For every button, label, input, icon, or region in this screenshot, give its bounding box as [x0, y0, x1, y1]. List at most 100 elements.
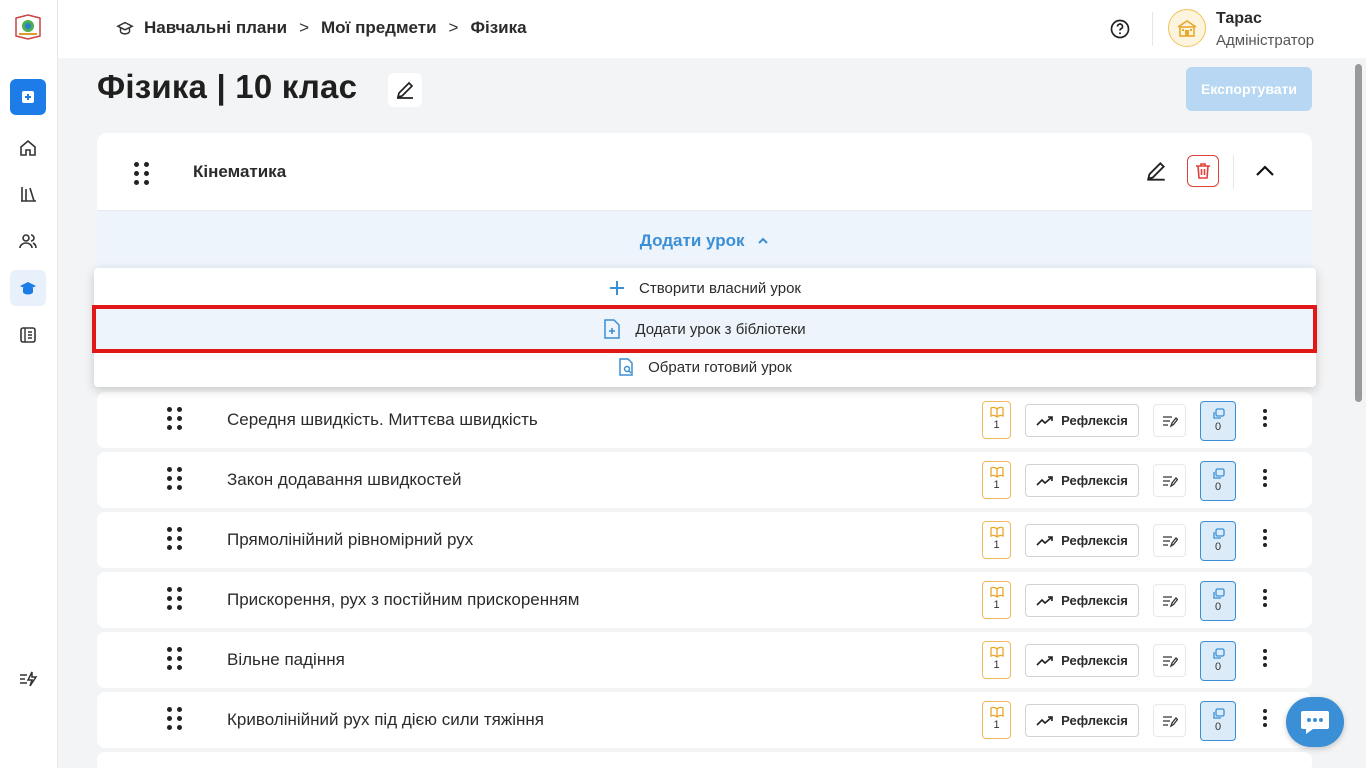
education-icon[interactable]	[10, 270, 46, 306]
copies-badge[interactable]: 0	[1200, 641, 1236, 681]
materials-badge[interactable]: 1	[982, 701, 1011, 739]
book-icon	[989, 466, 1004, 478]
help-icon[interactable]	[1110, 19, 1130, 39]
materials-badge[interactable]: 1	[982, 581, 1011, 619]
drag-handle-icon[interactable]	[167, 467, 182, 490]
add-lesson-toggle[interactable]: Додати урок	[97, 231, 1312, 251]
copies-badge[interactable]: 0	[1200, 521, 1236, 561]
book-icon	[989, 526, 1004, 538]
drag-handle-icon[interactable]	[134, 162, 149, 185]
copies-badge[interactable]: 0	[1200, 581, 1236, 621]
chat-support-button[interactable]	[1286, 697, 1344, 747]
drag-handle-icon[interactable]	[167, 587, 182, 610]
export-button[interactable]: Експортувати	[1186, 67, 1312, 111]
more-options-icon[interactable]	[1262, 649, 1268, 667]
edit-title-button[interactable]	[388, 73, 422, 107]
user-name: Тарас	[1216, 10, 1262, 27]
copies-badge[interactable]: 0	[1200, 401, 1236, 441]
notes-button[interactable]	[1153, 404, 1186, 437]
section-title: Кінематика	[193, 162, 287, 181]
materials-badge[interactable]: 1	[982, 401, 1011, 439]
delete-section-button[interactable]	[1187, 155, 1219, 187]
scrollbar-thumb[interactable]	[1355, 64, 1362, 402]
add-icon[interactable]	[10, 79, 46, 115]
more-options-icon[interactable]	[1262, 469, 1268, 487]
edit-section-button[interactable]	[1140, 155, 1172, 187]
reflection-button[interactable]: Рефлексія	[1025, 704, 1139, 737]
users-icon[interactable]	[10, 223, 46, 259]
reflection-label: Рефлексія	[1061, 593, 1128, 608]
book-icon	[989, 406, 1004, 418]
lesson-row[interactable]: Прискорення, рух з постійним прискорення…	[97, 572, 1312, 628]
menu-item-create-lesson[interactable]: Створити власний урок	[94, 268, 1316, 308]
lesson-title[interactable]: Вільне падіння	[227, 650, 345, 670]
avatar[interactable]	[1168, 9, 1206, 47]
copy-icon	[1212, 468, 1225, 479]
materials-badge[interactable]: 1	[982, 641, 1011, 679]
lesson-row[interactable]: Середня швидкість. Миттєва швидкість 1 Р…	[97, 392, 1312, 448]
notes-button[interactable]	[1153, 524, 1186, 557]
app-logo[interactable]	[13, 12, 43, 42]
edit-list-icon	[1162, 535, 1178, 547]
reflection-button[interactable]: Рефлексія	[1025, 524, 1139, 557]
lesson-row[interactable]: Прямолінійний рівномірний рух 1 Рефлексі…	[97, 512, 1312, 568]
materials-count: 1	[993, 419, 1000, 431]
notes-button[interactable]	[1153, 704, 1186, 737]
lesson-title[interactable]: Середня швидкість. Миттєва швидкість	[227, 410, 538, 430]
more-options-icon[interactable]	[1262, 709, 1268, 727]
notes-button[interactable]	[1153, 644, 1186, 677]
lesson-title[interactable]: Закон додавання швидкостей	[227, 470, 462, 490]
top-bar: Навчальні плани > Мої предмети > Фізика …	[58, 0, 1366, 58]
drag-handle-icon[interactable]	[167, 647, 182, 670]
reflection-label: Рефлексія	[1061, 533, 1128, 548]
more-options-icon[interactable]	[1262, 589, 1268, 607]
reflection-button[interactable]: Рефлексія	[1025, 644, 1139, 677]
copy-icon	[1212, 648, 1225, 659]
journal-icon[interactable]	[10, 317, 46, 353]
more-options-icon[interactable]	[1262, 529, 1268, 547]
collapse-section-button[interactable]	[1249, 155, 1281, 187]
menu-item-choose-lesson[interactable]: Обрати готовий урок	[94, 347, 1316, 387]
copies-badge[interactable]: 0	[1200, 461, 1236, 501]
reflection-button[interactable]: Рефлексія	[1025, 464, 1139, 497]
trend-up-icon	[1036, 415, 1053, 426]
drag-handle-icon[interactable]	[167, 707, 182, 730]
drag-handle-icon[interactable]	[167, 527, 182, 550]
lesson-title[interactable]: Прискорення, рух з постійним прискорення…	[227, 590, 579, 610]
notes-button[interactable]	[1153, 464, 1186, 497]
notes-button[interactable]	[1153, 584, 1186, 617]
reflection-button[interactable]: Рефлексія	[1025, 584, 1139, 617]
lesson-title[interactable]: Криволінійний рух під дією сили тяжіння	[227, 710, 544, 730]
drag-handle-icon[interactable]	[167, 407, 182, 430]
breadcrumb-item[interactable]: Мої предмети	[321, 18, 437, 38]
chevron-up-icon	[758, 237, 768, 244]
divider	[1152, 12, 1153, 46]
quick-actions-icon[interactable]	[10, 661, 46, 697]
pencil-icon	[1147, 162, 1165, 181]
edit-list-icon	[1162, 655, 1178, 667]
book-icon	[989, 586, 1004, 598]
trend-up-icon	[1036, 595, 1053, 606]
menu-item-add-from-library[interactable]: Додати урок з бібліотеки	[92, 305, 1317, 353]
more-options-icon[interactable]	[1262, 409, 1268, 427]
user-role: Адміністратор	[1216, 32, 1315, 49]
home-icon[interactable]	[10, 130, 46, 166]
lesson-row[interactable]: Криволінійний рух під дією сили тяжіння …	[97, 692, 1312, 748]
add-lesson-bar[interactable]: Додати урок	[97, 211, 1312, 269]
lesson-row[interactable]: Вільне падіння 1 Рефлексія 0	[97, 632, 1312, 688]
reflection-label: Рефлексія	[1061, 473, 1128, 488]
lesson-title[interactable]: Прямолінійний рівномірний рух	[227, 530, 473, 550]
materials-badge[interactable]: 1	[982, 521, 1011, 559]
school-icon	[1177, 20, 1197, 37]
copies-badge[interactable]: 0	[1200, 701, 1236, 741]
trend-up-icon	[1036, 715, 1053, 726]
breadcrumb-item[interactable]: Навчальні плани	[144, 18, 287, 38]
materials-badge[interactable]: 1	[982, 461, 1011, 499]
copy-icon	[1212, 588, 1225, 599]
library-icon[interactable]	[10, 176, 46, 212]
reflection-button[interactable]: Рефлексія	[1025, 404, 1139, 437]
lesson-row[interactable]: Закон додавання швидкостей 1 Рефлексія 0	[97, 452, 1312, 508]
copies-count: 0	[1214, 721, 1222, 733]
chat-icon	[1301, 711, 1329, 734]
edit-list-icon	[1162, 595, 1178, 607]
